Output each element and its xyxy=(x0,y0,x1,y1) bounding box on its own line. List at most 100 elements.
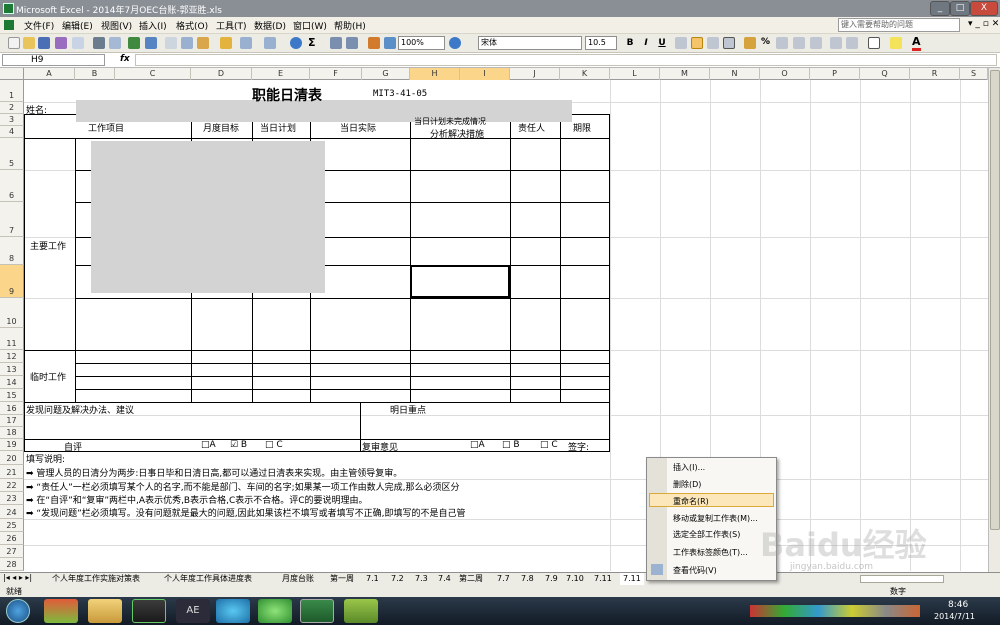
editor-icon[interactable] xyxy=(344,599,378,623)
row-header[interactable]: 22 xyxy=(0,479,24,492)
row-header[interactable]: 23 xyxy=(0,492,24,505)
self-eval-option-a[interactable]: □A xyxy=(201,440,216,450)
row-header[interactable]: 15 xyxy=(0,389,24,402)
sheet-tab[interactable]: 7.11 xyxy=(594,573,612,585)
sheet-tab[interactable]: 月度台账 xyxy=(282,573,314,585)
column-header[interactable]: S xyxy=(960,68,988,80)
review-option-a[interactable]: □A xyxy=(470,440,485,450)
row-header[interactable]: 25 xyxy=(0,519,24,532)
select-all-corner[interactable] xyxy=(0,68,24,80)
sheet-tab[interactable]: 7.3 xyxy=(415,573,428,585)
row-header[interactable]: 17 xyxy=(0,415,24,427)
column-header-selected[interactable]: I xyxy=(460,68,510,80)
save-icon[interactable] xyxy=(38,37,50,49)
menu-format[interactable]: 格式(O) xyxy=(176,19,208,32)
row-header[interactable]: 1 xyxy=(0,80,24,102)
row-header[interactable]: 16 xyxy=(0,402,24,415)
ae-icon[interactable]: AE xyxy=(176,599,210,623)
clock-date[interactable]: 2014/7/11 xyxy=(934,612,975,621)
drawing-icon[interactable] xyxy=(384,37,396,49)
borders-icon[interactable] xyxy=(868,37,880,49)
chart-wizard-icon[interactable] xyxy=(368,37,380,49)
menu-insert[interactable]: 插入(I) xyxy=(139,19,167,32)
row-header[interactable]: 24 xyxy=(0,505,24,519)
clock-time[interactable]: 8:46 xyxy=(948,600,968,610)
close-button[interactable]: X xyxy=(970,1,998,16)
row-header[interactable]: 18 xyxy=(0,427,24,439)
row-header[interactable]: 5 xyxy=(0,138,24,170)
row-header[interactable]: 2 xyxy=(0,102,24,114)
help-search-input[interactable]: 键入需要帮助的问题 xyxy=(838,18,960,32)
row-header[interactable]: 11 xyxy=(0,328,24,350)
help-icon[interactable] xyxy=(449,37,461,49)
italic-button[interactable]: I xyxy=(639,36,653,50)
increase-indent-icon[interactable] xyxy=(846,37,858,49)
sort-descending-icon[interactable] xyxy=(346,37,358,49)
autosum-icon[interactable]: Σ xyxy=(308,36,316,49)
font-name-select[interactable]: 宋体 xyxy=(478,36,582,50)
zoom-select[interactable]: 100% xyxy=(398,36,445,50)
font-color-icon[interactable]: A xyxy=(912,35,921,51)
column-header[interactable]: R xyxy=(910,68,960,80)
column-header[interactable]: F xyxy=(310,68,362,80)
maximize-button[interactable]: □ xyxy=(950,1,970,16)
email-icon[interactable] xyxy=(72,37,84,49)
spelling-icon[interactable] xyxy=(128,37,140,49)
increase-decimal-icon[interactable] xyxy=(793,37,805,49)
percent-icon[interactable]: % xyxy=(761,37,770,47)
column-header[interactable]: A xyxy=(24,68,75,80)
column-header-selected[interactable]: H xyxy=(410,68,460,80)
column-header[interactable]: B xyxy=(75,68,115,80)
menu-tools[interactable]: 工具(T) xyxy=(216,19,247,32)
redo-icon[interactable] xyxy=(264,37,276,49)
column-header[interactable]: P xyxy=(810,68,860,80)
fx-icon[interactable]: fx xyxy=(120,54,130,64)
align-center-icon[interactable] xyxy=(691,37,703,49)
column-header[interactable]: D xyxy=(191,68,252,80)
name-box[interactable]: H9 xyxy=(2,54,105,66)
row-header[interactable]: 27 xyxy=(0,545,24,558)
row-header[interactable]: 14 xyxy=(0,376,24,389)
currency-icon[interactable] xyxy=(744,37,756,49)
sheet-tab[interactable]: 7.1 xyxy=(366,573,379,585)
sheet-tab[interactable]: 7.8 xyxy=(521,573,534,585)
row-header[interactable]: 13 xyxy=(0,363,24,376)
column-header[interactable]: K xyxy=(560,68,610,80)
sheet-tab[interactable]: 7.10 xyxy=(566,573,584,585)
row-header[interactable]: 12 xyxy=(0,350,24,363)
minimize-button[interactable]: _ xyxy=(930,1,950,16)
column-header[interactable]: M xyxy=(660,68,710,80)
sheet-tab[interactable]: 第一周 xyxy=(330,573,354,585)
context-item-move-copy[interactable]: 移动或复制工作表(M)... xyxy=(673,513,758,524)
menu-window[interactable]: 窗口(W) xyxy=(293,19,327,32)
sheet-tab[interactable]: 个人年度工作实施对策表 xyxy=(52,573,140,585)
review-option-c[interactable]: □ C xyxy=(540,440,558,450)
formula-input[interactable] xyxy=(135,54,997,66)
row-header[interactable]: 3 xyxy=(0,114,24,126)
column-header[interactable]: N xyxy=(710,68,760,80)
horizontal-scrollbar[interactable] xyxy=(860,575,944,583)
row-header[interactable]: 8 xyxy=(0,237,24,265)
undo-icon[interactable] xyxy=(240,37,252,49)
hyperlink-icon[interactable] xyxy=(290,37,302,49)
context-item-select-all[interactable]: 选定全部工作表(S) xyxy=(673,529,740,540)
new-icon[interactable] xyxy=(8,37,20,49)
row-header[interactable]: 21 xyxy=(0,465,24,479)
review-option-b[interactable]: □ B xyxy=(502,440,520,450)
merge-center-icon[interactable] xyxy=(723,37,735,49)
media-icon[interactable] xyxy=(132,599,166,623)
context-item-view-code[interactable]: 查看代码(V) xyxy=(673,565,717,576)
research-icon[interactable] xyxy=(145,37,157,49)
row-header-selected[interactable]: 9 xyxy=(0,265,24,298)
excel-taskbar-icon[interactable] xyxy=(300,599,334,623)
sheet-tab[interactable]: 7.9 xyxy=(545,573,558,585)
decrease-decimal-icon[interactable] xyxy=(810,37,822,49)
context-item-insert[interactable]: 插入(I)... xyxy=(673,462,705,473)
doc-minimize-button[interactable]: ▾ _ ▫ ✕ xyxy=(968,19,999,29)
print-preview-icon[interactable] xyxy=(109,37,121,49)
menu-data[interactable]: 数据(D) xyxy=(254,19,286,32)
row-header[interactable]: 10 xyxy=(0,298,24,328)
sheet-tab[interactable]: 第二周 xyxy=(459,573,483,585)
font-size-select[interactable]: 10.5 xyxy=(585,36,617,50)
paste-icon[interactable] xyxy=(197,37,209,49)
